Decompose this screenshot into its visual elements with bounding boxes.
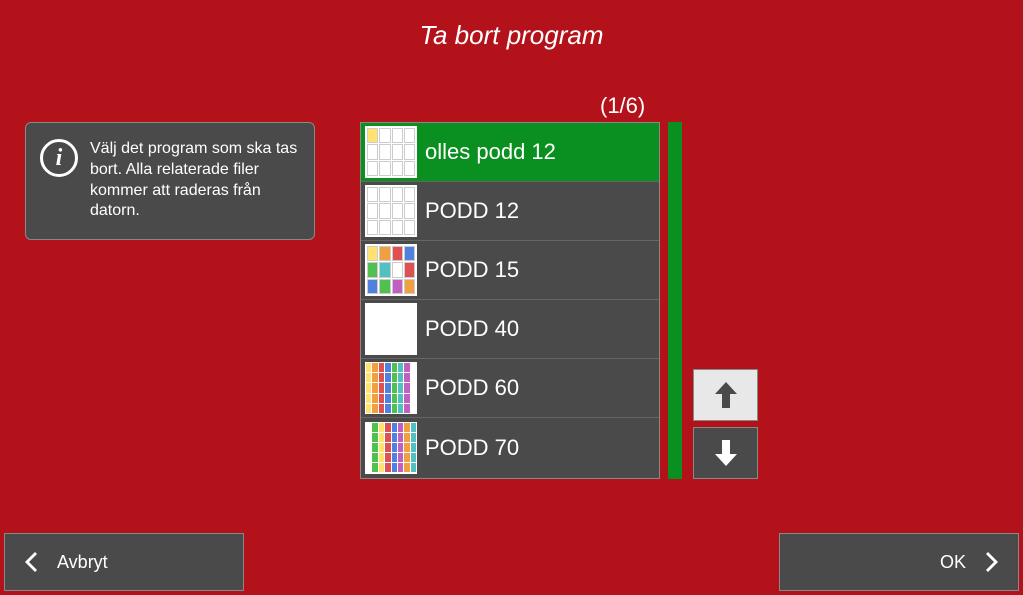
list-item-label: PODD 40 <box>421 316 519 342</box>
scroll-up-button[interactable] <box>693 369 758 421</box>
program-list: olles podd 12 PODD 12 PODD 15 PODD 40 PODD 6… <box>360 122 660 479</box>
chevron-right-icon <box>986 552 1000 572</box>
cancel-button[interactable]: Avbryt <box>4 533 244 591</box>
ok-button[interactable]: OK <box>779 533 1019 591</box>
info-box: i Välj det program som ska tas bort. All… <box>25 122 315 240</box>
list-item-thumbnail <box>365 126 417 178</box>
list-item[interactable]: olles podd 12 <box>361 123 659 182</box>
scroll-track[interactable] <box>668 122 682 479</box>
pagination-label: (1/6) <box>600 93 645 119</box>
list-item-label: PODD 12 <box>421 198 519 224</box>
arrow-up-icon <box>715 382 737 408</box>
list-item-thumbnail <box>365 362 417 414</box>
bottom-bar: Avbryt OK <box>0 530 1023 595</box>
page-title: Ta bort program <box>0 0 1023 51</box>
list-item-label: olles podd 12 <box>421 139 556 165</box>
list-item-thumbnail <box>365 185 417 237</box>
chevron-left-icon <box>23 552 37 572</box>
scroll-down-button[interactable] <box>693 427 758 479</box>
list-item[interactable]: PODD 70 <box>361 418 659 477</box>
list-item[interactable]: PODD 12 <box>361 182 659 241</box>
arrow-down-icon <box>715 440 737 466</box>
ok-button-label: OK <box>940 552 966 573</box>
list-item-label: PODD 15 <box>421 257 519 283</box>
cancel-button-label: Avbryt <box>57 552 108 573</box>
list-item[interactable]: PODD 60 <box>361 359 659 418</box>
info-text: Välj det program som ska tas bort. Alla … <box>90 139 300 222</box>
list-item-label: PODD 60 <box>421 375 519 401</box>
list-item-thumbnail <box>365 422 417 474</box>
list-item[interactable]: PODD 15 <box>361 241 659 300</box>
info-icon: i <box>40 139 78 177</box>
list-item-label: PODD 70 <box>421 435 519 461</box>
list-item-thumbnail <box>365 244 417 296</box>
list-item-thumbnail <box>365 303 417 355</box>
list-item[interactable]: PODD 40 <box>361 300 659 359</box>
